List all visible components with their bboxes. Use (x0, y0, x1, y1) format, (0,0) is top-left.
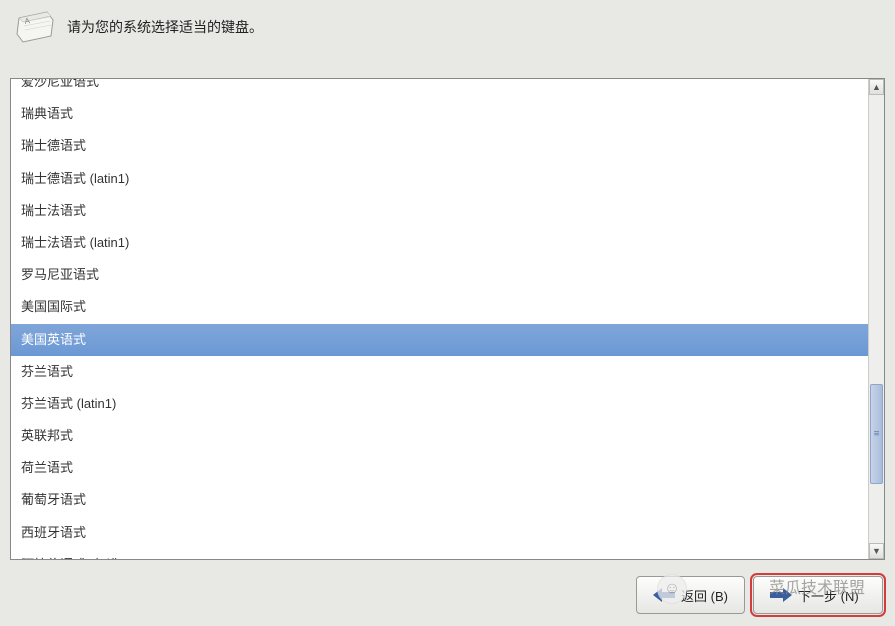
list-item[interactable]: 瑞士法语式 (11, 195, 868, 227)
scroll-thumb[interactable] (870, 384, 883, 484)
arrow-right-icon (770, 588, 792, 602)
list-item[interactable]: 西班牙语式 (11, 517, 868, 549)
instruction-text: 请为您的系统选择适当的键盘。 (67, 17, 263, 37)
list-item[interactable]: 爱沙尼亚语式 (11, 79, 868, 98)
keyboard-list[interactable]: 爱沙尼亚语式瑞典语式瑞士德语式瑞士德语式 (latin1)瑞士法语式瑞士法语式 … (11, 79, 868, 559)
header: A 请为您的系统选择适当的键盘。 (0, 0, 895, 59)
next-button-label: 下一步 (N) (798, 586, 859, 605)
list-item[interactable]: 瑞士法语式 (latin1) (11, 227, 868, 259)
list-item[interactable]: 芬兰语式 (latin1) (11, 388, 868, 420)
list-item[interactable]: 芬兰语式 (11, 356, 868, 388)
list-item[interactable]: 荷兰语式 (11, 452, 868, 484)
list-item[interactable]: 瑞士德语式 (11, 130, 868, 162)
back-button[interactable]: 返回 (B) (636, 576, 745, 614)
list-item[interactable]: 葡萄牙语式 (11, 484, 868, 516)
list-item[interactable]: 美国国际式 (11, 291, 868, 323)
keyboard-list-container: 爱沙尼亚语式瑞典语式瑞士德语式瑞士德语式 (latin1)瑞士法语式瑞士法语式 … (10, 78, 885, 560)
list-item[interactable]: 罗马尼亚语式 (11, 259, 868, 291)
list-item[interactable]: 瑞士德语式 (latin1) (11, 163, 868, 195)
scrollbar[interactable]: ▲ ▼ (868, 79, 884, 559)
back-button-label: 返回 (B) (681, 586, 728, 605)
watermark-avatar: ☺ (657, 574, 687, 604)
list-item[interactable]: 美国英语式 (11, 324, 868, 356)
next-button[interactable]: 下一步 (N) (753, 576, 883, 614)
scroll-up-button[interactable]: ▲ (869, 79, 884, 95)
list-item[interactable]: 英联邦式 (11, 420, 868, 452)
list-item[interactable]: 瑞典语式 (11, 98, 868, 130)
list-item[interactable]: 阿拉伯语式 (标准) (11, 549, 868, 559)
scroll-down-button[interactable]: ▼ (869, 543, 884, 559)
keyboard-icon: A (15, 10, 55, 44)
